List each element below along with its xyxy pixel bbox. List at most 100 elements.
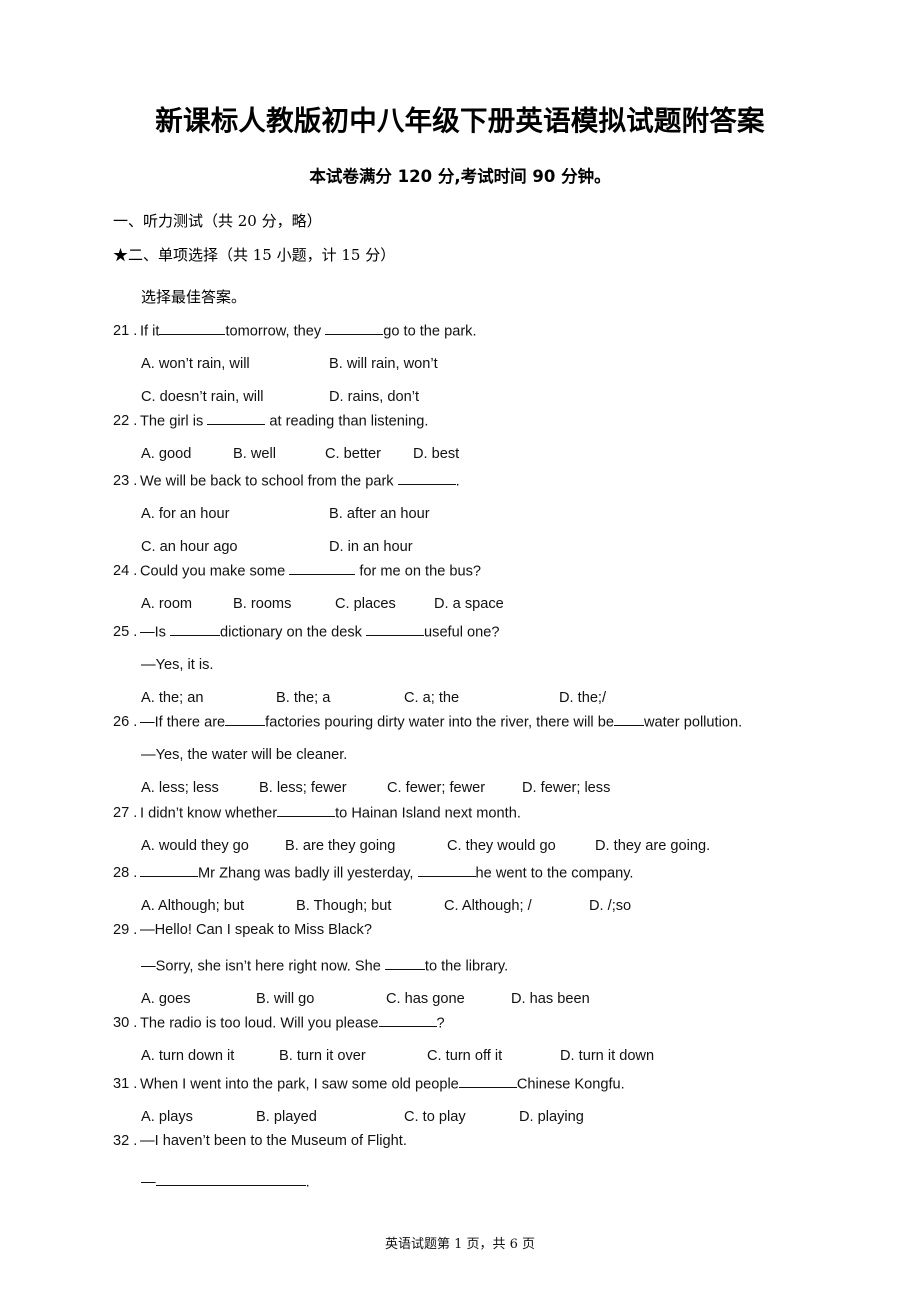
option-a[interactable]: A. goes <box>141 992 256 1007</box>
question-number: 30 . <box>113 1015 138 1032</box>
option-c[interactable]: C. turn off it <box>427 1049 560 1064</box>
question-number: 27 . <box>113 805 138 822</box>
question-24: 24 . Could you make some for me on the bu… <box>113 561 913 612</box>
option-d[interactable]: D. turn it down <box>560 1049 654 1064</box>
answer-blank <box>225 712 266 727</box>
option-row: A. the; an B. the; a C. a; the D. the;/ <box>141 691 913 706</box>
stem-text-part2: ? <box>436 1015 445 1032</box>
stem-text-part1: —Is <box>140 624 170 641</box>
exam-page: 新课标人教版初中八年级下册英语模拟试题附答案 本试卷满分 120 分,考试时间 … <box>0 0 920 1302</box>
option-a[interactable]: A. won’t rain, will <box>141 357 329 372</box>
stem-text-part2: at reading than listening. <box>265 413 429 430</box>
question-stem: 30 . The radio is too loud. Will you plea… <box>113 1013 913 1031</box>
option-c[interactable]: C. has gone <box>386 992 511 1007</box>
option-b[interactable]: B. are they going <box>285 839 447 854</box>
answer-blank <box>417 863 476 878</box>
option-d[interactable]: D. playing <box>519 1110 584 1125</box>
option-c[interactable]: C. Although; / <box>444 899 589 914</box>
page-subtitle: 本试卷满分 120 分,考试时间 90 分钟。 <box>309 167 611 186</box>
question-stem: 23 . We will be back to school from the p… <box>113 471 913 489</box>
question-number: 29 . <box>113 922 138 938</box>
option-b[interactable]: B. will rain, won’t <box>329 357 438 372</box>
option-d[interactable]: D. the;/ <box>559 691 606 706</box>
option-b[interactable]: B. Though; but <box>296 899 444 914</box>
question-28: 28 . Mr Zhang was badly ill yesterday, he… <box>113 863 913 914</box>
option-a[interactable]: A. Although; but <box>141 899 296 914</box>
question-29: 29 . —Hello! Can I speak to Miss Black? —… <box>113 923 913 1006</box>
answer-blank <box>170 622 220 637</box>
option-c[interactable]: C. better <box>325 447 413 462</box>
option-d[interactable]: D. best <box>413 447 459 462</box>
option-a[interactable]: A. room <box>141 597 233 612</box>
option-a[interactable]: A. the; an <box>141 691 276 706</box>
option-c[interactable]: C. they would go <box>447 839 595 854</box>
stem-text-part1: We will be back to school from the park <box>140 473 398 490</box>
question-number: 22 . <box>113 413 138 430</box>
reply-dash: — <box>141 1174 156 1191</box>
question-stem: 21 . If it tomorrow, they go to the park. <box>113 321 913 339</box>
option-c[interactable]: C. an hour ago <box>141 540 329 555</box>
option-b[interactable]: B. well <box>233 447 325 462</box>
option-c[interactable]: C. places <box>335 597 434 612</box>
option-row: A. won’t rain, will B. will rain, won’t <box>141 357 913 372</box>
stem-text-part2: factories pouring dirty water into the r… <box>265 714 614 731</box>
answer-blank <box>155 1172 306 1187</box>
option-row: A. goes B. will go C. has gone D. has been <box>141 992 913 1007</box>
option-c[interactable]: C. a; the <box>404 691 559 706</box>
section-listening: 一、听力测试（共 20 分，略） <box>113 212 322 230</box>
option-d[interactable]: D. fewer; less <box>522 781 610 796</box>
option-b[interactable]: B. rooms <box>233 597 335 612</box>
stem-text-part1: When I went into the park, I saw some ol… <box>140 1076 459 1093</box>
answer-blank <box>613 712 644 727</box>
stem-text-part2: to Hainan Island next month. <box>335 805 521 822</box>
question-stem: 29 . —Hello! Can I speak to Miss Black? <box>113 923 913 938</box>
answer-blank <box>159 321 226 336</box>
option-b[interactable]: B. after an hour <box>329 507 430 522</box>
question-number: 32 . <box>113 1133 138 1149</box>
option-c[interactable]: C. fewer; fewer <box>387 781 522 796</box>
option-d[interactable]: D. a space <box>434 597 504 612</box>
question-stem: 32 . —I haven’t been to the Museum of Fli… <box>113 1134 913 1149</box>
option-b[interactable]: B. the; a <box>276 691 404 706</box>
stem-text-part3: he went to the company. <box>475 865 634 882</box>
stem-text-part1: —Hello! Can I speak to Miss Black? <box>140 922 372 938</box>
question-number: 21 . <box>113 323 138 340</box>
option-d[interactable]: D. rains, don’t <box>329 390 419 405</box>
section-instruction: 选择最佳答案。 <box>141 288 247 306</box>
question-number: 31 . <box>113 1076 138 1093</box>
option-d[interactable]: D. /;so <box>589 899 631 914</box>
option-d[interactable]: D. in an hour <box>329 540 413 555</box>
option-c[interactable]: C. doesn’t rain, will <box>141 390 329 405</box>
question-25: 25 . —Is dictionary on the desk useful on… <box>113 622 913 705</box>
stem-text-part2: . <box>455 473 460 490</box>
option-d[interactable]: D. they are going. <box>595 839 710 854</box>
option-row: A. plays B. played C. to play D. playing <box>141 1110 913 1125</box>
answer-blank <box>384 956 425 971</box>
answer-blank <box>277 803 336 818</box>
option-c[interactable]: C. to play <box>404 1110 519 1125</box>
option-a[interactable]: A. good <box>141 447 233 462</box>
option-row: C. an hour ago D. in an hour <box>141 540 913 555</box>
option-a[interactable]: A. would they go <box>141 839 285 854</box>
option-row: A. room B. rooms C. places D. a space <box>141 597 913 612</box>
option-row: A. less; less B. less; fewer C. fewer; few… <box>141 781 913 796</box>
option-a[interactable]: A. plays <box>141 1110 256 1125</box>
option-b[interactable]: B. turn it over <box>279 1049 427 1064</box>
option-b[interactable]: B. less; fewer <box>259 781 387 796</box>
stem-text-part2: for me on the bus? <box>355 563 482 580</box>
question-21: 21 . If it tomorrow, they go to the park. … <box>113 321 913 404</box>
stem-text-part1: —If there are <box>140 714 226 731</box>
option-a[interactable]: A. for an hour <box>141 507 329 522</box>
option-b[interactable]: B. played <box>256 1110 404 1125</box>
option-a[interactable]: A. turn down it <box>141 1049 279 1064</box>
stem-text-part1: —I haven’t been to the Museum of Flight. <box>140 1133 407 1149</box>
reply-text-part2: to the library. <box>424 958 509 975</box>
question-reply: —Yes, it is. <box>141 657 214 674</box>
stem-text-part1: The radio is too loud. Will you please <box>140 1015 379 1032</box>
option-d[interactable]: D. has been <box>511 992 590 1007</box>
question-26: 26 . —If there are factories pouring dirty… <box>113 712 913 795</box>
option-b[interactable]: B. will go <box>256 992 386 1007</box>
option-a[interactable]: A. less; less <box>141 781 259 796</box>
option-row: A. would they go B. are they going C. they… <box>141 839 913 854</box>
answer-blank <box>207 411 266 426</box>
